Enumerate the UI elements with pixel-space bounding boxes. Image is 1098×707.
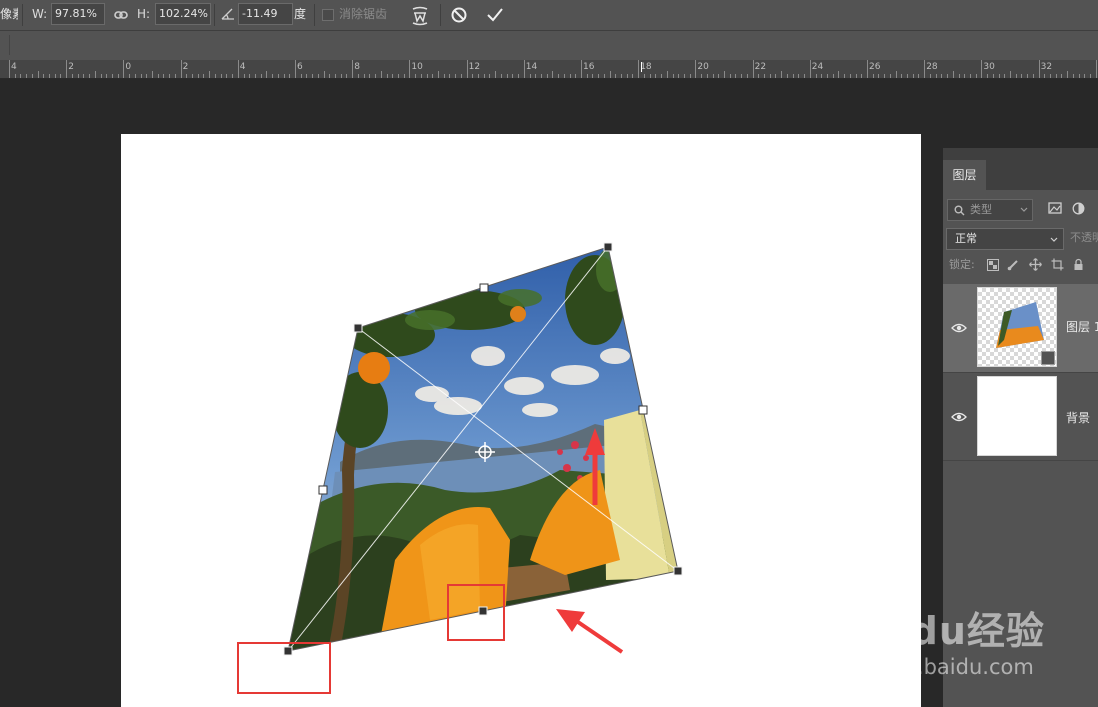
watermark-url: jingyan.baidu.com	[840, 655, 1034, 679]
layer-filter-label: 类型	[970, 203, 992, 216]
annotation-arrow-diagonal	[556, 609, 624, 654]
search-icon	[954, 205, 965, 216]
lock-image-pixels-icon[interactable]	[1007, 258, 1020, 271]
lock-position-icon[interactable]	[1029, 258, 1042, 271]
layer-row-layer1[interactable]: 图层 1	[943, 284, 1098, 372]
chevron-down-icon	[1020, 207, 1028, 212]
layer-filter-select[interactable]: 类型	[947, 199, 1033, 221]
panel-tab-row: 图层	[943, 148, 1098, 190]
watermark-brand: Baidu经验	[840, 609, 1045, 653]
blend-mode-select[interactable]: 正常	[946, 228, 1064, 250]
lock-all-icon[interactable]	[1073, 258, 1084, 271]
adjustment-filter-icon[interactable]	[1072, 202, 1085, 215]
layer-thumbnail	[977, 376, 1057, 456]
blend-mode-value: 正常	[955, 232, 977, 245]
layer-divider	[943, 460, 1098, 461]
lock-label: 锁定:	[949, 258, 975, 271]
layer-name[interactable]: 图层 1	[1066, 318, 1098, 335]
lock-row: 锁定:	[949, 256, 1098, 274]
visibility-eye-icon[interactable]	[951, 322, 967, 334]
tab-layers[interactable]: 图层	[943, 160, 986, 190]
lock-transparent-pixels-icon[interactable]	[987, 259, 999, 271]
visibility-eye-icon[interactable]	[951, 411, 967, 423]
opacity-label: 不透明度	[1070, 231, 1098, 244]
image-filter-icon[interactable]	[1048, 202, 1062, 214]
layer-thumbnail	[977, 287, 1057, 367]
chevron-down-icon	[1050, 237, 1058, 242]
layer-row-background[interactable]: 背景	[943, 373, 1098, 461]
smart-object-badge-icon	[1041, 351, 1055, 365]
lock-artboard-icon[interactable]	[1051, 258, 1064, 271]
layer-name[interactable]: 背景	[1066, 409, 1090, 426]
watermark: Baidu经验 jingyan.baidu.com	[840, 600, 1045, 679]
